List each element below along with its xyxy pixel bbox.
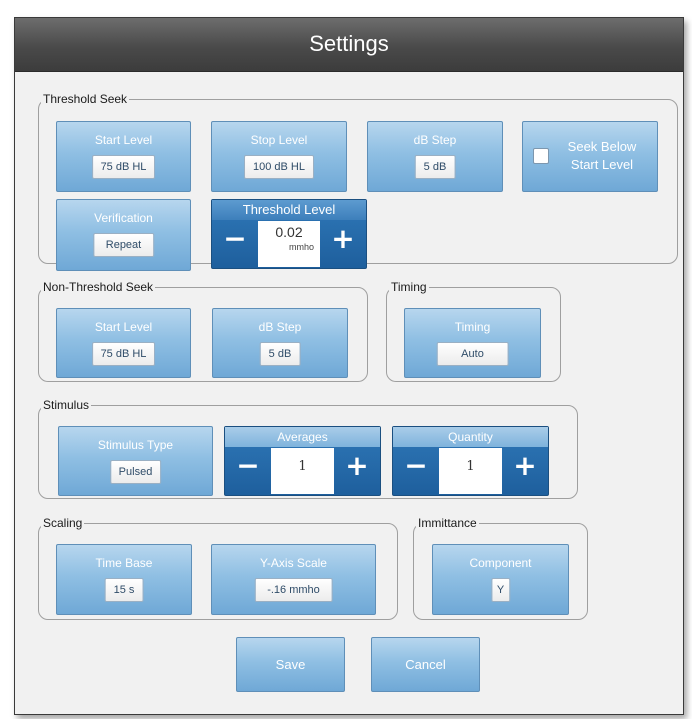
quantity-decrement-button[interactable]: − [393, 447, 439, 495]
timing-button[interactable]: Timing Auto [404, 308, 541, 378]
averages-decrement-button[interactable]: − [225, 447, 271, 495]
non-threshold-start-level-label: Start Level [94, 320, 153, 334]
seek-below-checkbox[interactable] [533, 148, 549, 164]
threshold-level-value: 0.02 mmho [258, 221, 320, 267]
immittance-group: Immittance Component Y [413, 516, 588, 620]
non-threshold-seek-legend: Non-Threshold Seek [43, 280, 154, 294]
component-button[interactable]: Component Y [432, 544, 569, 615]
verification-value: Repeat [92, 233, 155, 257]
stimulus-legend: Stimulus [43, 398, 90, 412]
non-threshold-db-step-value: 5 dB [259, 342, 301, 366]
timing-label: Timing [454, 320, 491, 334]
title-bar: Settings [15, 18, 683, 72]
stimulus-type-value: Pulsed [109, 460, 162, 484]
averages-stepper: Averages − 1 + [224, 426, 381, 496]
time-base-label: Time Base [95, 556, 153, 570]
component-label: Component [469, 556, 532, 570]
scaling-group: Scaling Time Base 15 s Y-Axis Scale -.16… [38, 516, 398, 620]
threshold-stop-level-button[interactable]: Stop Level 100 dB HL [211, 121, 347, 192]
cancel-button[interactable]: Cancel [371, 637, 480, 692]
threshold-start-level-button[interactable]: Start Level 75 dB HL [56, 121, 191, 192]
non-threshold-start-level-value: 75 dB HL [91, 342, 156, 366]
threshold-start-level-label: Start Level [94, 133, 153, 147]
component-value: Y [490, 578, 511, 602]
non-threshold-start-level-button[interactable]: Start Level 75 dB HL [56, 308, 191, 378]
time-base-button[interactable]: Time Base 15 s [56, 544, 192, 615]
averages-value: 1 [271, 448, 334, 494]
y-axis-scale-value: -.16 mmho [254, 578, 333, 602]
threshold-start-level-value: 75 dB HL [91, 155, 156, 179]
save-button[interactable]: Save [236, 637, 345, 692]
seek-below-start-level-toggle[interactable]: Seek Below Start Level [522, 121, 658, 192]
y-axis-scale-label: Y-Axis Scale [260, 556, 327, 570]
quantity-label: Quantity [393, 427, 548, 447]
threshold-level-decrement-button[interactable]: − [212, 220, 258, 268]
averages-label: Averages [225, 427, 380, 447]
non-threshold-db-step-label: dB Step [258, 320, 302, 334]
verification-label: Verification [94, 211, 153, 225]
non-threshold-db-step-button[interactable]: dB Step 5 dB [212, 308, 348, 378]
stimulus-group: Stimulus Stimulus Type Pulsed Averages −… [38, 398, 578, 499]
settings-dialog: Settings Threshold Seek Start Level 75 d… [14, 17, 684, 715]
immittance-legend: Immittance [418, 516, 477, 530]
threshold-level-stepper: Threshold Level − 0.02 mmho + [211, 199, 367, 269]
threshold-db-step-value: 5 dB [414, 155, 456, 179]
non-threshold-seek-group: Non-Threshold Seek Start Level 75 dB HL … [38, 280, 368, 382]
quantity-value: 1 [439, 448, 502, 494]
stimulus-type-button[interactable]: Stimulus Type Pulsed [58, 426, 213, 496]
averages-increment-button[interactable]: + [334, 447, 380, 495]
threshold-seek-group: Threshold Seek Start Level 75 dB HL Stop… [38, 92, 678, 271]
dialog-title: Settings [309, 31, 389, 56]
threshold-db-step-label: dB Step [413, 133, 457, 147]
threshold-stop-level-label: Stop Level [250, 133, 308, 147]
quantity-increment-button[interactable]: + [502, 447, 548, 495]
threshold-level-unit: mmho [288, 242, 314, 252]
threshold-seek-legend: Threshold Seek [43, 92, 128, 106]
threshold-level-label: Threshold Level [212, 200, 366, 220]
stimulus-type-label: Stimulus Type [97, 438, 174, 452]
verification-button[interactable]: Verification Repeat [56, 199, 191, 271]
timing-group: Timing Timing Auto [386, 280, 561, 382]
timing-value: Auto [436, 342, 509, 366]
threshold-stop-level-value: 100 dB HL [244, 155, 314, 179]
time-base-value: 15 s [104, 578, 144, 602]
y-axis-scale-button[interactable]: Y-Axis Scale -.16 mmho [211, 544, 376, 615]
threshold-level-increment-button[interactable]: + [320, 220, 366, 268]
scaling-legend: Scaling [43, 516, 83, 530]
seek-below-label: Seek Below Start Level [567, 139, 637, 172]
quantity-stepper: Quantity − 1 + [392, 426, 549, 496]
threshold-db-step-button[interactable]: dB Step 5 dB [367, 121, 503, 192]
timing-legend: Timing [391, 280, 427, 294]
